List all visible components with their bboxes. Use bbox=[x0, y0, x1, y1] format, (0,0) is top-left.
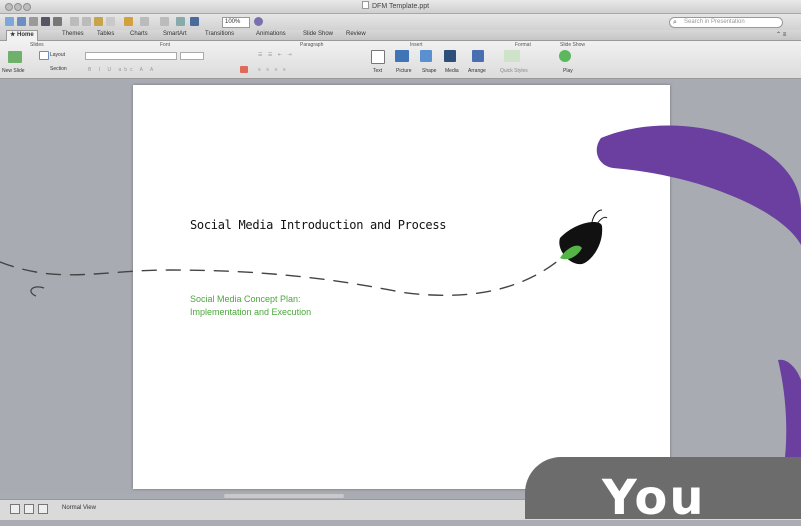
overlay-graphics bbox=[0, 125, 801, 519]
overlay-callout-text: You bbox=[602, 470, 706, 526]
purple-swoosh-top bbox=[596, 125, 801, 245]
dashed-trail bbox=[0, 249, 571, 297]
small-swirl bbox=[30, 286, 45, 297]
leaf-icon bbox=[559, 209, 608, 265]
